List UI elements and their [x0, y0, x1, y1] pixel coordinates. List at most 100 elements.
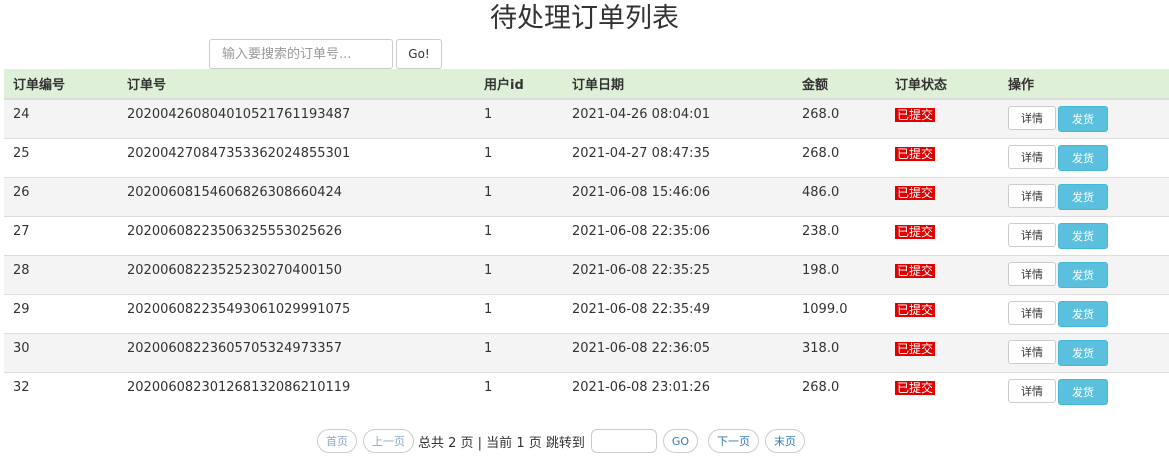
header-user-id: 用户id [475, 69, 563, 100]
actions-cell: 详情 发货 [999, 333, 1169, 372]
detail-button[interactable]: 详情 [1008, 261, 1056, 286]
table-row: 25 202004270847353362024855301 1 2021-04-27… [4, 138, 1169, 177]
detail-button[interactable]: 详情 [1008, 222, 1056, 247]
order-date-cell: 2021-06-08 22:35:06 [572, 223, 711, 239]
status-badge: 已提交 [895, 185, 936, 200]
amount-cell: 1099.0 [802, 301, 848, 317]
status-cell: 已提交 [886, 294, 999, 333]
order-date-cell: 2021-06-08 15:46:06 [572, 184, 711, 200]
table-row: 27 20200608223506325553025626 1 2021-06-08 … [4, 216, 1169, 255]
ship-button[interactable]: 发货 [1058, 106, 1108, 132]
order-id-cell: 26 [13, 184, 30, 200]
status-cell: 已提交 [886, 216, 999, 255]
ship-button[interactable]: 发货 [1058, 144, 1108, 171]
orders-table: 订单编号 订单号 用户id 订单日期 金额 订单状态 操作 24 20200426… [4, 69, 1169, 411]
order-number-cell: 202004260804010521761193487 [127, 107, 351, 122]
prev-page-button[interactable]: 上一页 [363, 429, 414, 453]
detail-button[interactable]: 详情 [1008, 144, 1056, 169]
status-badge: 已提交 [895, 341, 936, 356]
order-id-cell: 25 [13, 145, 30, 161]
ship-button[interactable]: 发货 [1058, 261, 1108, 288]
order-id-cell: 27 [13, 223, 30, 239]
order-date-cell: 2021-06-08 22:35:25 [572, 262, 711, 278]
order-number-cell: 202004270847353362024855301 [127, 145, 351, 161]
first-page-button[interactable]: 首页 [317, 429, 357, 453]
table-row: 30 20200608223605705324973357 1 2021-06-08 … [4, 333, 1169, 372]
detail-button[interactable]: 详情 [1008, 378, 1056, 403]
go-button[interactable]: GO [662, 429, 699, 453]
status-badge: 已提交 [895, 108, 936, 122]
user-id-cell: 1 [484, 340, 493, 356]
user-id-cell: 1 [484, 223, 493, 239]
status-cell: 已提交 [886, 255, 999, 294]
table-row: 24 202004260804010521761193487 1 2021-04-26… [4, 99, 1169, 138]
order-date-cell: 2021-04-26 08:04:01 [572, 107, 711, 122]
status-badge: 已提交 [895, 224, 936, 239]
user-id-cell: 1 [484, 107, 493, 122]
ship-button[interactable]: 发货 [1058, 222, 1108, 249]
status-badge: 已提交 [895, 263, 936, 278]
header-order-number: 订单号 [118, 69, 475, 100]
order-number-cell: 202006082301268132086210119 [127, 379, 351, 395]
actions-cell: 详情 发货 [999, 294, 1169, 333]
user-id-cell: 1 [484, 379, 493, 395]
status-badge: 已提交 [895, 146, 936, 161]
page-title: 待处理订单列表 [490, 3, 679, 34]
last-page-button[interactable]: 末页 [765, 429, 806, 453]
order-date-cell: 2021-04-27 08:47:35 [572, 145, 711, 161]
order-date-cell: 2021-06-08 23:01:26 [572, 379, 711, 395]
header-actions: 操作 [999, 69, 1169, 100]
status-cell: 已提交 [886, 177, 999, 216]
order-id-cell: 30 [13, 340, 30, 356]
jump-page-input[interactable] [590, 429, 657, 453]
status-cell: 已提交 [886, 372, 999, 411]
order-id-cell: 32 [13, 379, 30, 395]
detail-button[interactable]: 详情 [1008, 106, 1056, 130]
header-status: 订单状态 [886, 69, 999, 100]
status-badge: 已提交 [895, 302, 936, 317]
actions-cell: 详情 发货 [999, 216, 1169, 255]
table-row: 32 202006082301268132086210119 1 2021-06-08… [4, 372, 1169, 411]
status-cell: 已提交 [886, 333, 999, 372]
next-page-button[interactable]: 下一页 [708, 429, 760, 453]
page-info: 总共 2 页 | 当前 1 页 跳转到 [418, 435, 585, 451]
amount-cell: 238.0 [802, 223, 840, 239]
status-cell: 已提交 [886, 138, 999, 177]
order-number-cell: 20200608223506325553025626 [127, 223, 343, 239]
actions-cell: 详情 发货 [999, 372, 1169, 411]
amount-cell: 198.0 [802, 262, 840, 278]
user-id-cell: 1 [484, 301, 493, 317]
header-order-id: 订单编号 [4, 69, 118, 100]
user-id-cell: 1 [484, 184, 493, 200]
actions-cell: 详情 发货 [999, 255, 1169, 294]
order-number-cell: 202006082235493061029991075 [127, 301, 351, 317]
actions-cell: 详情 发货 [999, 99, 1169, 138]
table-row: 28 20200608223525230270400150 1 2021-06-08 … [4, 255, 1169, 294]
order-date-cell: 2021-06-08 22:36:05 [572, 340, 711, 356]
user-id-cell: 1 [484, 262, 493, 278]
ship-button[interactable]: 发货 [1058, 300, 1108, 327]
header-amount: 金额 [793, 69, 886, 100]
amount-cell: 268.0 [802, 379, 840, 395]
order-number-cell: 20200608223525230270400150 [127, 262, 343, 278]
search-button[interactable]: Go! [396, 39, 442, 69]
header-order-date: 订单日期 [563, 69, 793, 100]
ship-button[interactable]: 发货 [1058, 339, 1108, 366]
detail-button[interactable]: 详情 [1008, 339, 1056, 364]
amount-cell: 318.0 [802, 340, 840, 356]
user-id-cell: 1 [484, 145, 493, 161]
table-row: 29 202006082235493061029991075 1 2021-06-08… [4, 294, 1169, 333]
order-id-cell: 28 [13, 262, 30, 278]
amount-cell: 268.0 [802, 107, 840, 122]
order-id-cell: 24 [13, 107, 30, 122]
search-bar: Go! [209, 39, 442, 69]
ship-button[interactable]: 发货 [1058, 378, 1108, 405]
search-input[interactable] [209, 39, 393, 69]
amount-cell: 486.0 [802, 184, 840, 200]
order-id-cell: 29 [13, 301, 30, 317]
ship-button[interactable]: 发货 [1058, 183, 1108, 210]
status-cell: 已提交 [886, 99, 999, 138]
detail-button[interactable]: 详情 [1008, 183, 1056, 208]
detail-button[interactable]: 详情 [1008, 300, 1056, 325]
amount-cell: 268.0 [802, 145, 840, 161]
